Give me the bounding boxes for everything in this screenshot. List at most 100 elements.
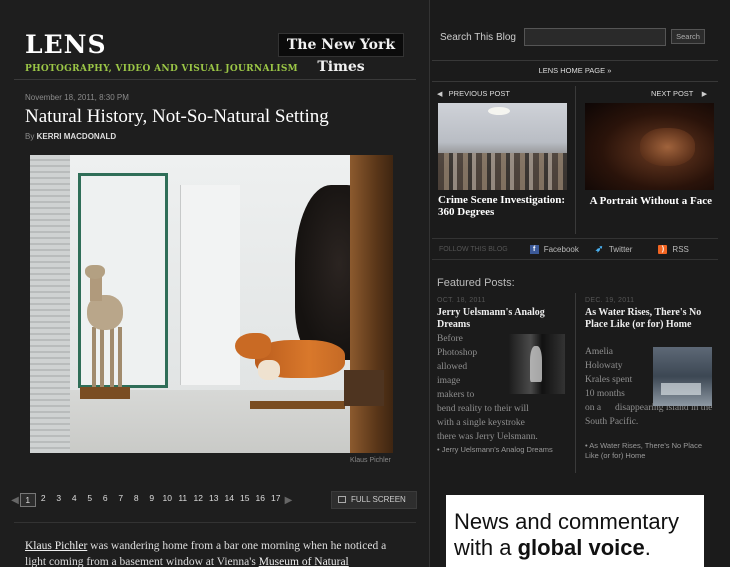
byline: By KERRI MACDONALD [25, 132, 116, 141]
excerpt-line: 10 months [585, 389, 625, 399]
featured-more-link[interactable]: • Jerry Uelsmann's Analog Dreams [437, 445, 562, 455]
pager-page-17[interactable]: 17 [268, 493, 284, 507]
lens-logo[interactable]: LENS [25, 30, 107, 59]
excerpt-line: Holowaty [585, 361, 623, 371]
pager-prev-icon[interactable]: ◀ [10, 495, 20, 506]
featured-column-divider [575, 293, 576, 473]
next-post-label: NEXT POST [651, 89, 694, 98]
photo-shelf [30, 155, 70, 453]
fawn-leg [110, 327, 114, 389]
fox-base [250, 401, 345, 409]
pager-page-11[interactable]: 11 [175, 493, 191, 507]
pager-page-15[interactable]: 15 [237, 493, 253, 507]
author-link[interactable]: KERRI MACDONALD [37, 132, 117, 141]
ad-line-1: News and commentary [454, 509, 679, 534]
previous-post-label: PREVIOUS POST [448, 89, 510, 98]
previous-post-title[interactable]: Crime Scene Investigation: 360 Degrees [438, 194, 568, 218]
featured-thumbnail[interactable] [653, 347, 712, 406]
facebook-icon: f [529, 244, 539, 254]
ad-line-2-prefix: with a [454, 535, 518, 560]
article-body: Klaus Pichler was wandering home from a … [25, 538, 405, 567]
pager-pages: 1 2 3 4 5 6 7 8 9 10 11 12 13 14 15 16 17 [20, 493, 284, 507]
advertisement[interactable]: News and commentary with a global voice. [446, 495, 704, 567]
pager-next-icon[interactable]: ▶ [284, 495, 294, 506]
pager-page-13[interactable]: 13 [206, 493, 222, 507]
featured-posts-heading: Featured Posts: [437, 277, 515, 289]
featured-title[interactable]: Jerry Uelsmann's Analog Dreams [437, 307, 571, 331]
next-post-thumbnail[interactable] [585, 103, 714, 190]
ad-line-2-suffix: . [644, 535, 651, 560]
facebook-link[interactable]: f Facebook [529, 244, 579, 254]
featured-date: DEC. 19, 2011 [585, 297, 635, 304]
pager-page-12[interactable]: 12 [191, 493, 207, 507]
excerpt-line: makers to [437, 390, 475, 400]
fox-chest [258, 360, 280, 380]
search-label: Search This Blog [440, 32, 516, 43]
previous-post-link[interactable]: ◀ PREVIOUS POST [437, 89, 510, 98]
ad-line-2: with a global voice. [454, 535, 704, 561]
featured-excerpt: Amelia Holowaty Krales spent 10 months o… [585, 345, 712, 427]
post-date: November 18, 2011, 8:30 PM [25, 93, 129, 102]
excerpt-line: Amelia [585, 347, 613, 357]
fullscreen-label: FULL SCREEN [351, 495, 406, 504]
twitter-link[interactable]: ➶ Twitter [595, 243, 632, 255]
arrow-left-icon: ◀ [437, 91, 443, 98]
twitter-bird-icon: ➶ [595, 243, 604, 255]
thumb-figure [530, 346, 542, 382]
sidebar-column-divider [575, 86, 576, 234]
pager-page-14[interactable]: 14 [222, 493, 238, 507]
thumb-ceiling-lamp [488, 107, 510, 115]
rss-link[interactable]: ) RSS [658, 244, 689, 254]
pager-page-7[interactable]: 7 [113, 493, 129, 507]
nyt-logo[interactable]: The New York Times [278, 33, 404, 75]
pager-page-4[interactable]: 4 [67, 493, 83, 507]
pager-page-10[interactable]: 10 [160, 493, 176, 507]
slideshow-pager: ◀ 1 2 3 4 5 6 7 8 9 10 11 12 13 14 15 16 17 ▶ [10, 492, 294, 508]
excerpt-line: image [437, 376, 461, 386]
fox-head [235, 333, 271, 359]
photo-tree-trunk [350, 155, 393, 453]
fawn-leg [100, 327, 104, 389]
next-post-title[interactable]: A Portrait Without a Face [588, 195, 712, 207]
pager-page-9[interactable]: 9 [144, 493, 160, 507]
rss-label: RSS [672, 244, 689, 254]
fullscreen-icon [338, 496, 346, 503]
post-title[interactable]: Natural History, Not-So-Natural Setting [25, 106, 329, 128]
fullscreen-button[interactable]: FULL SCREEN [331, 491, 417, 509]
photo-door-2 [180, 185, 240, 385]
excerpt-line: Krales spent [585, 375, 633, 385]
museum-link[interactable]: Museum of Natural [259, 556, 349, 567]
excerpt-line: allowed [437, 362, 468, 372]
facebook-label: Facebook [543, 244, 579, 254]
featured-more-label: As Water Rises, There's No Place Like (o… [585, 441, 703, 460]
follow-label: FOLLOW THIS BLOG [439, 245, 508, 253]
ad-line-2-strong: global voice [517, 535, 645, 560]
excerpt-line: Before [437, 334, 463, 344]
pager-page-16[interactable]: 16 [253, 493, 269, 507]
featured-more-link[interactable]: • As Water Rises, There's No Place Like … [585, 441, 710, 461]
previous-post-thumbnail[interactable] [438, 103, 567, 190]
slideshow-photo[interactable] [30, 155, 393, 453]
featured-thumbnail[interactable] [508, 334, 565, 394]
pager-page-8[interactable]: 8 [129, 493, 145, 507]
rss-icon: ) [658, 244, 668, 254]
pager-page-3[interactable]: 3 [51, 493, 67, 507]
follow-bar: FOLLOW THIS BLOG f Facebook ➶ Twitter ) … [432, 238, 718, 260]
search-button[interactable]: Search [671, 29, 705, 44]
pager-page-5[interactable]: 5 [82, 493, 98, 507]
search-input[interactable] [524, 28, 666, 46]
pager-page-6[interactable]: 6 [98, 493, 114, 507]
pager-page-1[interactable]: 1 [20, 493, 36, 507]
next-post-link[interactable]: NEXT POST ▶ [651, 89, 707, 98]
thumb-clutter [438, 153, 567, 190]
fawn-leg [118, 327, 122, 389]
lens-home-link[interactable]: LENS HOME PAGE » [432, 60, 718, 82]
pager-page-2[interactable]: 2 [36, 493, 52, 507]
photo-stand [344, 370, 384, 406]
header-divider [14, 79, 416, 80]
featured-date: OCT. 18, 2011 [437, 297, 486, 304]
photographer-link[interactable]: Klaus Pichler [25, 540, 87, 552]
featured-title[interactable]: As Water Rises, There's No Place Like (o… [585, 307, 713, 331]
arrow-right-icon: ▶ [701, 91, 708, 98]
photo-floor [30, 390, 393, 453]
